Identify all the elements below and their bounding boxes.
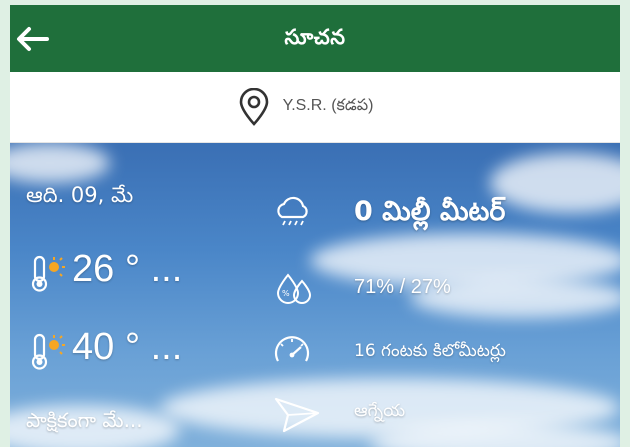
max-temperature: 40 ° ... (72, 326, 183, 368)
page-title: సూచన (284, 25, 346, 49)
humidity-icon: % (276, 273, 312, 304)
forecast-date: ఆది. 09, మే (26, 183, 134, 207)
rainfall-value: 0 మిల్లీ మీటర్ (354, 196, 506, 227)
forecast-panel: ఆది. 09, మే 26 ° ... 40 ° ... పాక్షికంగా… (10, 143, 620, 447)
location-bar[interactable]: Y.S.R. (కడప) (10, 72, 620, 143)
location-name: Y.S.R. (కడప) (282, 97, 374, 114)
weather-description: పాక్షికంగా మే... (26, 408, 143, 432)
min-temperature: 26 ° ... (72, 248, 183, 290)
svg-text:%: % (282, 289, 290, 298)
thermometer-sun-icon (31, 333, 65, 370)
wind-speed-gauge-icon (274, 336, 310, 362)
wind-direction-icon (274, 397, 320, 433)
thermometer-sun-icon (31, 255, 65, 292)
humidity-value: 71% / 27% (354, 276, 451, 298)
wind-direction-value: ఆగ్నేయ (354, 401, 406, 421)
app-header: సూచన (10, 5, 620, 72)
rain-cloud-icon (277, 196, 308, 226)
wind-speed-value: 16 గంటకు కిలోమీటర్లు (354, 341, 506, 361)
location-pin-icon (239, 88, 268, 126)
app-frame: సూచన Y.S.R. (కడప) ఆది. 09, మే 26 ° ... 4… (10, 5, 620, 447)
